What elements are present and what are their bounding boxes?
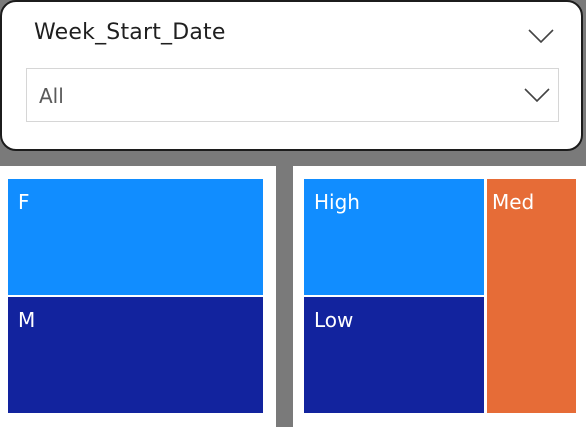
tile-label: F — [18, 190, 30, 214]
tile-label: High — [314, 190, 360, 214]
treemap-tile-low[interactable]: Low — [304, 297, 484, 413]
chevron-down-icon[interactable] — [528, 29, 554, 43]
slicer-dropdown[interactable]: All — [26, 68, 559, 122]
dropdown-selected-value: All — [39, 84, 64, 108]
tile-label: M — [18, 308, 36, 332]
chevron-down-icon — [524, 88, 550, 102]
treemap-tile-m[interactable]: M — [8, 297, 263, 413]
tile-label: Med — [492, 190, 535, 214]
week-start-date-slicer: Week_Start_Date All — [0, 0, 583, 151]
level-treemap: High Low Med — [293, 166, 586, 427]
treemap-tile-med[interactable]: Med — [487, 179, 576, 413]
treemap-tile-f[interactable]: F — [8, 179, 263, 295]
tile-label: Low — [314, 308, 354, 332]
gender-treemap: F M — [0, 166, 276, 427]
slicer-title: Week_Start_Date — [34, 20, 226, 45]
treemap-tile-high[interactable]: High — [304, 179, 484, 295]
